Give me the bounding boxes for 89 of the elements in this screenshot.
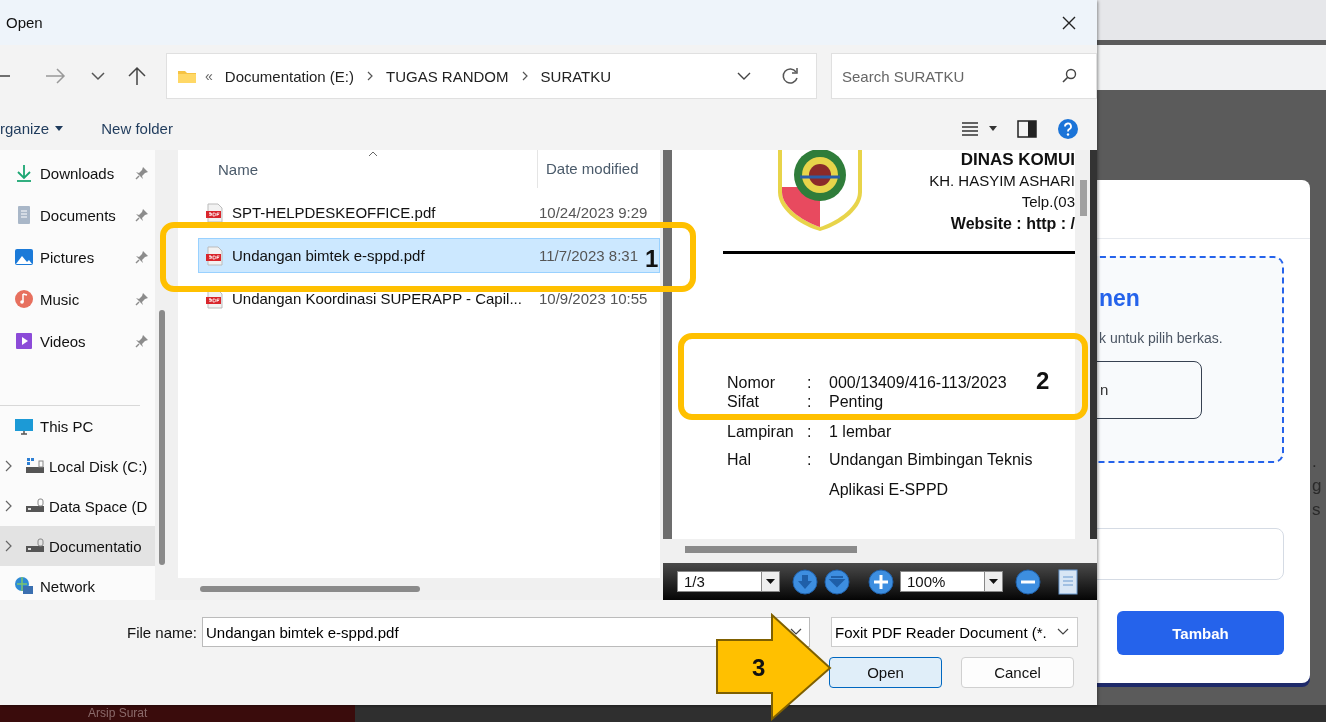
new-folder-button[interactable]: New folder — [101, 120, 173, 137]
field-label: Hal — [727, 450, 752, 469]
colon-mark: : — [807, 422, 813, 441]
download-icon — [14, 163, 34, 183]
field-value: 000/13409/416-113/2023 — [829, 373, 1007, 392]
nav-item[interactable]: Data Space (D — [0, 486, 155, 526]
colon-mark: : — [807, 392, 813, 411]
chevron-right-icon — [366, 71, 375, 81]
text-fragment: . — [1312, 452, 1318, 472]
nav-item[interactable]: Downloads — [0, 152, 155, 194]
letterhead-text: Telp.(03 — [1020, 192, 1075, 212]
step-number: 1 — [645, 247, 659, 271]
field-value: Penting — [829, 392, 884, 411]
letterhead-text: KH. HASYIM ASHARI — [928, 171, 1075, 191]
fit-page-icon[interactable] — [1057, 568, 1079, 595]
chevron-right-icon — [520, 71, 529, 81]
caret-icon[interactable] — [989, 126, 997, 131]
tab-label: Arsip Surat — [0, 705, 355, 722]
file-row[interactable]: Undangan Koordinasi SUPERAPP - Capil... 10/9/2023 10:55 — [198, 281, 660, 316]
address-bar[interactable]: « Documentation (E:) TUGAS RANDOM SURATKU — [166, 53, 817, 99]
nav-item[interactable]: Documents — [0, 194, 155, 236]
organize-menu[interactable]: rganize — [0, 120, 64, 137]
computer-icon — [14, 416, 34, 436]
window-title: Open — [6, 14, 44, 31]
drop-hint: k untuk pilih berkas. — [1099, 330, 1224, 346]
caret-icon — [989, 579, 998, 584]
step-number: 3 — [752, 656, 766, 680]
breadcrumb[interactable]: TUGAS RANDOM — [386, 67, 509, 85]
video-icon — [14, 331, 34, 351]
column-header[interactable]: Date modified — [537, 150, 639, 188]
nav-item[interactable]: Music — [0, 278, 155, 320]
nav-item[interactable]: Local Disk (C:) — [0, 446, 155, 486]
chevron-down-icon[interactable] — [736, 71, 752, 81]
search-field[interactable]: Search SURATKU — [831, 53, 1097, 99]
zoom-out-icon[interactable] — [1015, 568, 1041, 595]
colon-mark: : — [807, 450, 813, 469]
scrollbar-thumb[interactable] — [1080, 180, 1087, 216]
list-view-icon[interactable] — [961, 121, 979, 136]
caret-icon — [55, 126, 64, 131]
file-type-select[interactable]: Foxit PDF Reader Document (*. — [831, 617, 1078, 647]
step-number: 2 — [1036, 369, 1050, 393]
preview-pane-icon[interactable] — [1017, 119, 1037, 138]
breadcrumb[interactable]: SURATKU — [540, 67, 612, 85]
field-value: Aplikasi E-SPPD — [829, 480, 949, 499]
close-icon — [1061, 14, 1077, 31]
cancel-button[interactable]: Cancel — [961, 657, 1074, 688]
field-label: Lampiran — [727, 422, 795, 441]
column-header[interactable]: Name — [218, 160, 537, 178]
page-select[interactable]: 1/3 — [677, 571, 780, 592]
colon-mark: : — [807, 373, 813, 392]
drive-icon — [25, 456, 45, 476]
chevron-down-icon — [1057, 628, 1069, 636]
open-button[interactable]: Open — [829, 657, 942, 688]
folder-icon — [177, 68, 197, 84]
nav-item[interactable]: Pictures — [0, 236, 155, 278]
nav-item[interactable]: Network — [0, 566, 155, 600]
nav-item[interactable]: Documentatio — [0, 526, 155, 566]
last-page-icon[interactable] — [824, 568, 850, 595]
file-row[interactable]: SPT-HELPDESKEOFFICE.pdf 10/24/2023 9:29 — [198, 195, 660, 230]
nav-item[interactable]: Videos — [0, 320, 155, 362]
nav-item[interactable]: This PC — [0, 406, 155, 446]
help-icon[interactable] — [1057, 117, 1079, 140]
pdf-file-icon — [205, 245, 223, 266]
breadcrumb[interactable]: Documentation (E:) — [224, 67, 355, 85]
zoom-select[interactable]: 100% — [900, 571, 1003, 592]
drop-heading: nen — [1099, 285, 1141, 312]
up-icon[interactable] — [126, 65, 148, 87]
search-icon — [1061, 68, 1077, 84]
field-value: 1 lembar — [829, 422, 892, 441]
network-icon — [14, 576, 34, 596]
pdf-file-icon — [205, 202, 223, 223]
submit-button[interactable]: Tambah — [1117, 611, 1284, 655]
file-name-field[interactable]: Undangan bimtek e-sppd.pdf — [202, 617, 810, 647]
field-label: Sifat — [727, 392, 760, 411]
zoom-in-icon[interactable] — [868, 568, 894, 595]
scrollbar-thumb[interactable] — [200, 586, 420, 592]
letterhead-text: Website : http : / — [949, 214, 1075, 234]
picture-icon — [14, 247, 34, 267]
sort-caret-icon — [368, 151, 378, 157]
music-icon — [14, 289, 34, 309]
field-value: Undangan Bimbingan Teknis — [829, 450, 1033, 469]
field-label: File name: — [125, 623, 197, 641]
letterhead-text: DINAS KOMUI — [959, 150, 1075, 170]
caret-icon — [766, 579, 775, 584]
refresh-icon[interactable] — [780, 66, 800, 86]
scrollbar-thumb[interactable] — [159, 310, 165, 565]
scrollbar-thumb[interactable] — [685, 546, 857, 553]
field-label: Nomor — [727, 373, 776, 392]
overflow-chevron[interactable]: « — [205, 68, 213, 84]
